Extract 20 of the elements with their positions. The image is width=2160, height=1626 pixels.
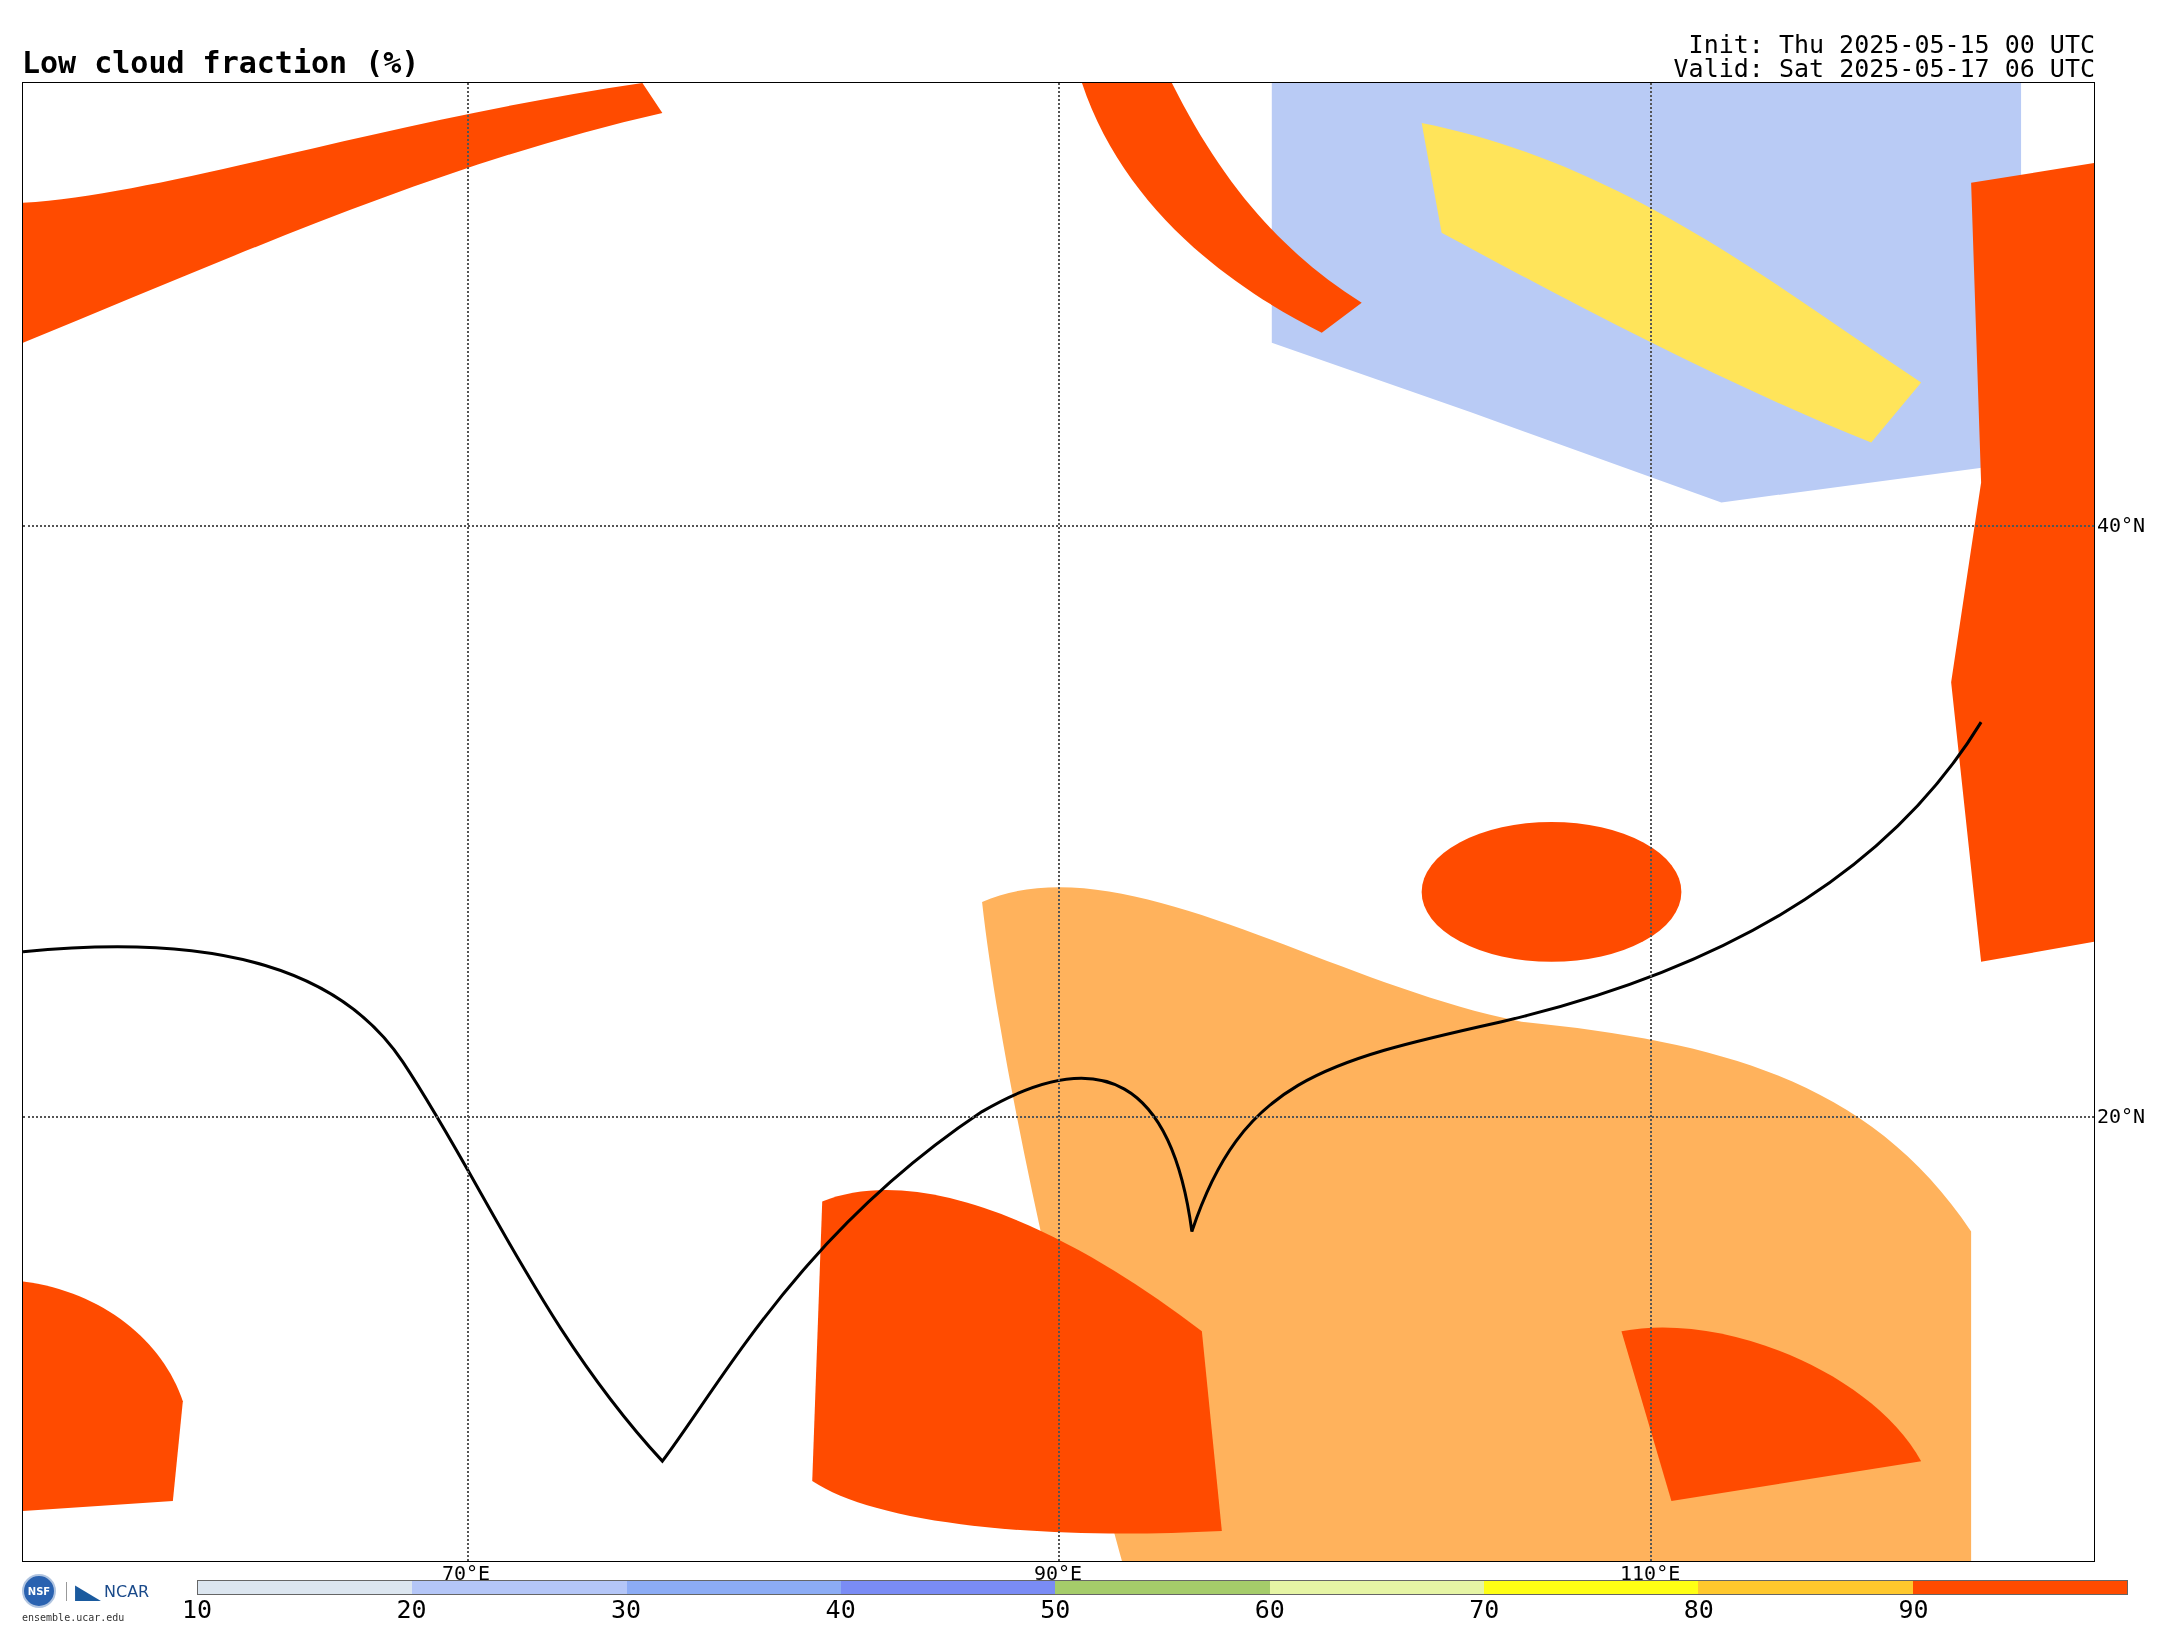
website-url: ensemble.ucar.edu bbox=[22, 1612, 126, 1623]
colorbar-label: 10 bbox=[181, 1597, 213, 1623]
longitude-label: 110°E bbox=[1620, 1563, 1681, 1583]
nsf-logo: NSF bbox=[22, 1574, 56, 1608]
colorbar-label: 30 bbox=[611, 1597, 642, 1623]
latitude-label: 40°N bbox=[2097, 513, 2146, 536]
valid-time: Valid: Sat 2025-05-17 06 UTC bbox=[1673, 57, 2095, 81]
colorbar-label: 90 bbox=[1898, 1597, 1929, 1623]
ncar-logo-text: NCAR bbox=[104, 1581, 150, 1601]
colorbar-label: 80 bbox=[1683, 1597, 1714, 1623]
chart-title: Low cloud fraction (%) bbox=[22, 48, 420, 82]
longitude-label: 70°E bbox=[441, 1563, 491, 1583]
latitude-label: 20°N bbox=[2097, 1104, 2146, 1127]
longitude-label: 90°E bbox=[1034, 1563, 1083, 1583]
init-time: Init: Thu 2025-05-15 00 UTC bbox=[1688, 33, 2095, 57]
colorbar-label: 50 bbox=[1040, 1597, 1071, 1623]
colorbar-label: 40 bbox=[825, 1597, 856, 1623]
colorbar-label: 20 bbox=[396, 1597, 427, 1623]
colorbar-label: 60 bbox=[1254, 1597, 1285, 1623]
colorbar-label: 70 bbox=[1469, 1597, 1500, 1623]
